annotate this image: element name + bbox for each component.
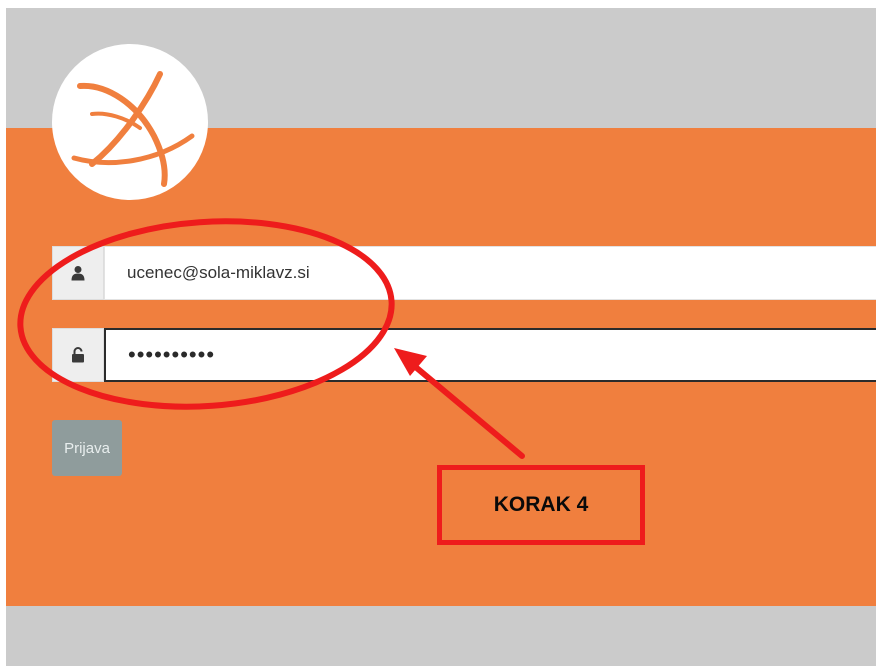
step-label: KORAK 4	[493, 493, 589, 516]
username-field-group: ucenec@sola-miklavz.si	[52, 246, 876, 300]
step-label-box: KORAK 4	[437, 465, 645, 545]
footer-band	[6, 606, 876, 666]
login-button[interactable]: Prijava	[52, 420, 122, 476]
password-field-value: ••••••••••	[128, 342, 216, 367]
lock-icon	[52, 328, 104, 382]
email-field-value: ucenec@sola-miklavz.si	[127, 263, 310, 282]
email-field[interactable]: ucenec@sola-miklavz.si	[104, 246, 876, 300]
school-logo-icon	[52, 44, 208, 200]
password-field-group: ••••••••••	[52, 328, 876, 382]
login-screen: ucenec@sola-miklavz.si •••••••••• Prijav…	[6, 8, 876, 666]
password-field[interactable]: ••••••••••	[104, 328, 876, 382]
user-icon	[52, 246, 104, 300]
